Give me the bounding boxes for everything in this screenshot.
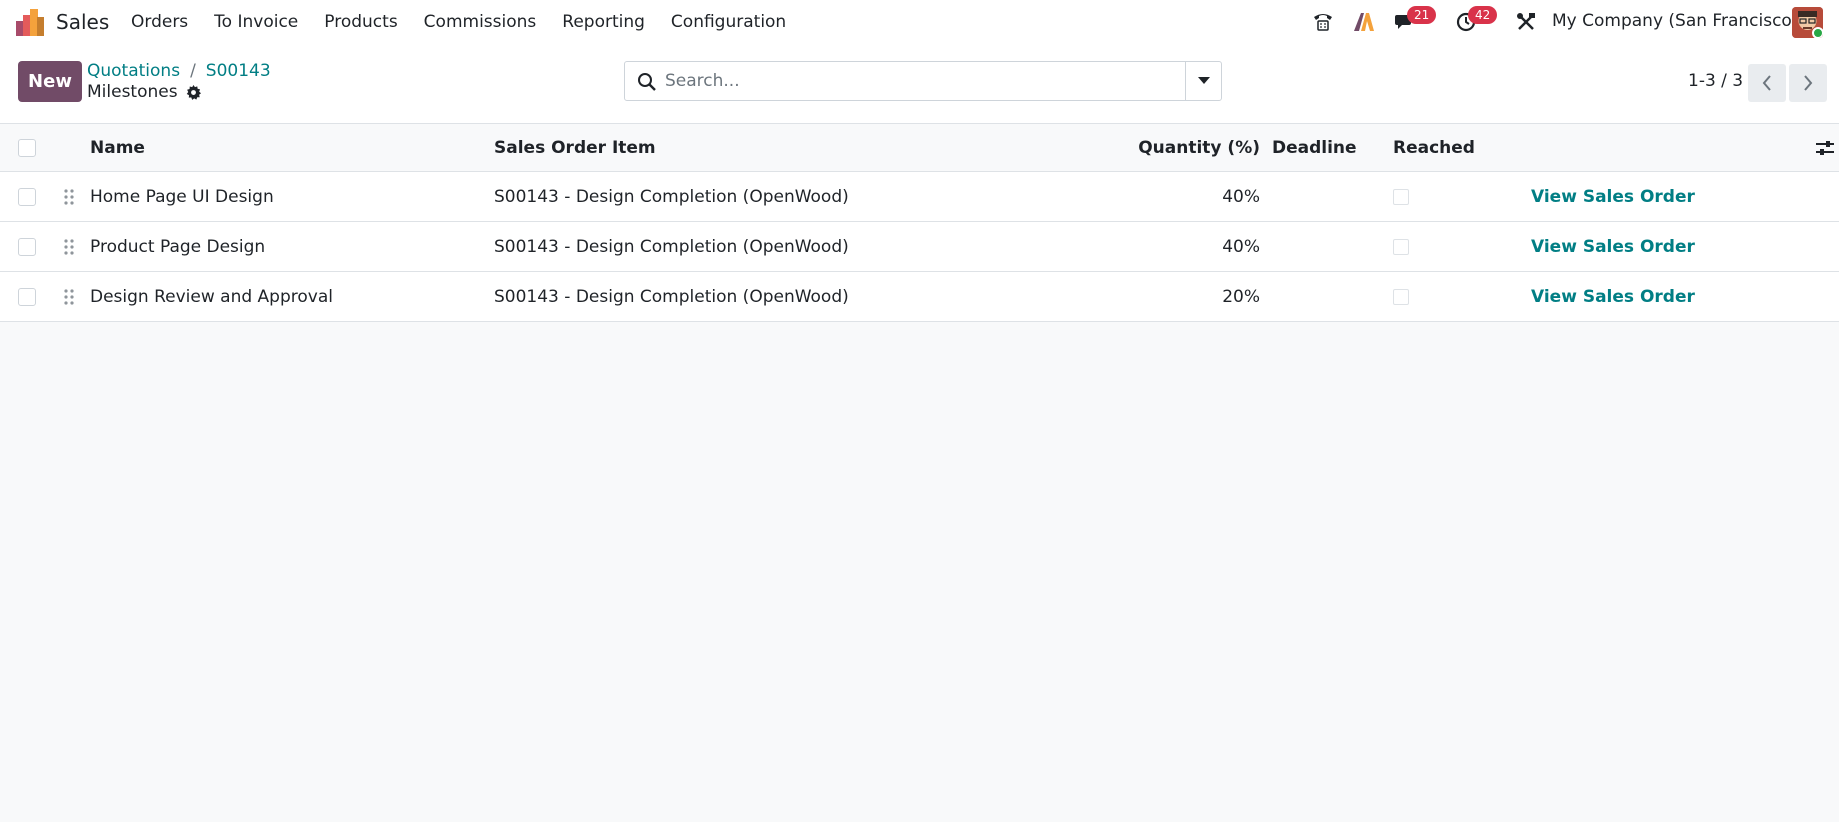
app-name[interactable]: Sales bbox=[56, 10, 109, 34]
menu-reporting[interactable]: Reporting bbox=[549, 12, 658, 32]
menu-configuration[interactable]: Configuration bbox=[658, 12, 799, 32]
select-all-checkbox[interactable] bbox=[18, 138, 36, 157]
search-options-toggle[interactable] bbox=[1185, 62, 1221, 100]
caret-down-icon bbox=[1197, 77, 1210, 84]
search-input[interactable] bbox=[665, 62, 1185, 100]
breadcrumb-quotations[interactable]: Quotations bbox=[87, 61, 180, 81]
row-quantity[interactable]: 20% bbox=[1100, 272, 1260, 321]
drag-handle-icon[interactable] bbox=[64, 172, 74, 221]
breadcrumb-separator: / bbox=[190, 61, 196, 81]
breadcrumb-order[interactable]: S00143 bbox=[206, 61, 271, 81]
drag-handle-icon[interactable] bbox=[64, 222, 74, 271]
row-reached-checkbox[interactable] bbox=[1393, 188, 1409, 205]
row-reached-checkbox[interactable] bbox=[1393, 288, 1409, 305]
chevron-right-icon bbox=[1804, 75, 1813, 91]
pager-previous-button[interactable] bbox=[1748, 64, 1786, 102]
top-navbar: Sales Orders To Invoice Products Commiss… bbox=[0, 0, 1839, 44]
row-quantity[interactable]: 40% bbox=[1100, 172, 1260, 221]
column-reached[interactable]: Reached bbox=[1393, 124, 1475, 171]
activity-clock-icon[interactable]: 42 bbox=[1454, 6, 1498, 33]
column-name[interactable]: Name bbox=[90, 124, 145, 171]
row-sales-order-item[interactable]: S00143 - Design Completion (OpenWood) bbox=[494, 272, 849, 321]
new-button[interactable]: New bbox=[18, 61, 82, 102]
control-panel: New Quotations / S00143 Milestones 1-3 /… bbox=[0, 44, 1839, 124]
menu-commissions[interactable]: Commissions bbox=[411, 12, 550, 32]
pager-value[interactable]: 1-3 / 3 bbox=[1688, 71, 1743, 91]
select-all-cell bbox=[18, 124, 36, 171]
view-sales-order-button[interactable]: View Sales Order bbox=[1531, 272, 1695, 321]
row-name[interactable]: Product Page Design bbox=[90, 222, 265, 271]
sales-app-icon[interactable] bbox=[16, 9, 44, 36]
online-status-dot bbox=[1812, 27, 1823, 38]
messages-badge: 21 bbox=[1407, 6, 1437, 24]
row-checkbox[interactable] bbox=[18, 187, 36, 206]
page-title: Milestones bbox=[87, 82, 178, 102]
messages-icon[interactable]: 21 bbox=[1393, 6, 1437, 33]
search-icon bbox=[638, 73, 656, 91]
row-name[interactable]: Design Review and Approval bbox=[90, 272, 333, 321]
breadcrumb: Quotations / S00143 bbox=[87, 61, 271, 81]
row-checkbox[interactable] bbox=[18, 237, 36, 256]
column-quantity[interactable]: Quantity (%) bbox=[1100, 124, 1260, 171]
table-row[interactable]: Home Page UI Design S00143 - Design Comp… bbox=[0, 172, 1839, 222]
main-menu: Orders To Invoice Products Commissions R… bbox=[118, 0, 799, 44]
row-sales-order-item[interactable]: S00143 - Design Completion (OpenWood) bbox=[494, 172, 849, 221]
gear-icon[interactable] bbox=[186, 84, 201, 100]
tools-icon[interactable] bbox=[1514, 11, 1538, 33]
menu-products[interactable]: Products bbox=[311, 12, 410, 32]
row-reached-checkbox[interactable] bbox=[1393, 238, 1409, 255]
search-bar bbox=[624, 61, 1222, 101]
row-checkbox[interactable] bbox=[18, 287, 36, 306]
milestones-list: Name Sales Order Item Quantity (%) Deadl… bbox=[0, 124, 1839, 322]
menu-to-invoice[interactable]: To Invoice bbox=[201, 12, 311, 32]
ai-icon[interactable] bbox=[1352, 11, 1376, 33]
pager-next-button[interactable] bbox=[1789, 64, 1827, 102]
row-name[interactable]: Home Page UI Design bbox=[90, 172, 274, 221]
table-row[interactable]: Design Review and Approval S00143 - Desi… bbox=[0, 272, 1839, 322]
company-switcher[interactable]: My Company (San Francisco) bbox=[1552, 11, 1798, 31]
row-sales-order-item[interactable]: S00143 - Design Completion (OpenWood) bbox=[494, 222, 849, 271]
chevron-left-icon bbox=[1762, 75, 1771, 91]
column-deadline[interactable]: Deadline bbox=[1272, 124, 1357, 171]
drag-handle-icon[interactable] bbox=[64, 272, 74, 321]
phone-icon[interactable] bbox=[1311, 11, 1335, 33]
activities-badge: 42 bbox=[1468, 6, 1498, 24]
user-avatar[interactable] bbox=[1792, 7, 1823, 38]
view-sales-order-button[interactable]: View Sales Order bbox=[1531, 222, 1695, 271]
menu-orders[interactable]: Orders bbox=[118, 12, 201, 32]
list-header: Name Sales Order Item Quantity (%) Deadl… bbox=[0, 124, 1839, 172]
view-sales-order-button[interactable]: View Sales Order bbox=[1531, 172, 1695, 221]
optional-columns-icon[interactable] bbox=[1816, 124, 1834, 171]
row-quantity[interactable]: 40% bbox=[1100, 222, 1260, 271]
column-sales-order-item[interactable]: Sales Order Item bbox=[494, 124, 656, 171]
table-row[interactable]: Product Page Design S00143 - Design Comp… bbox=[0, 222, 1839, 272]
page-title-wrap: Milestones bbox=[87, 82, 201, 102]
